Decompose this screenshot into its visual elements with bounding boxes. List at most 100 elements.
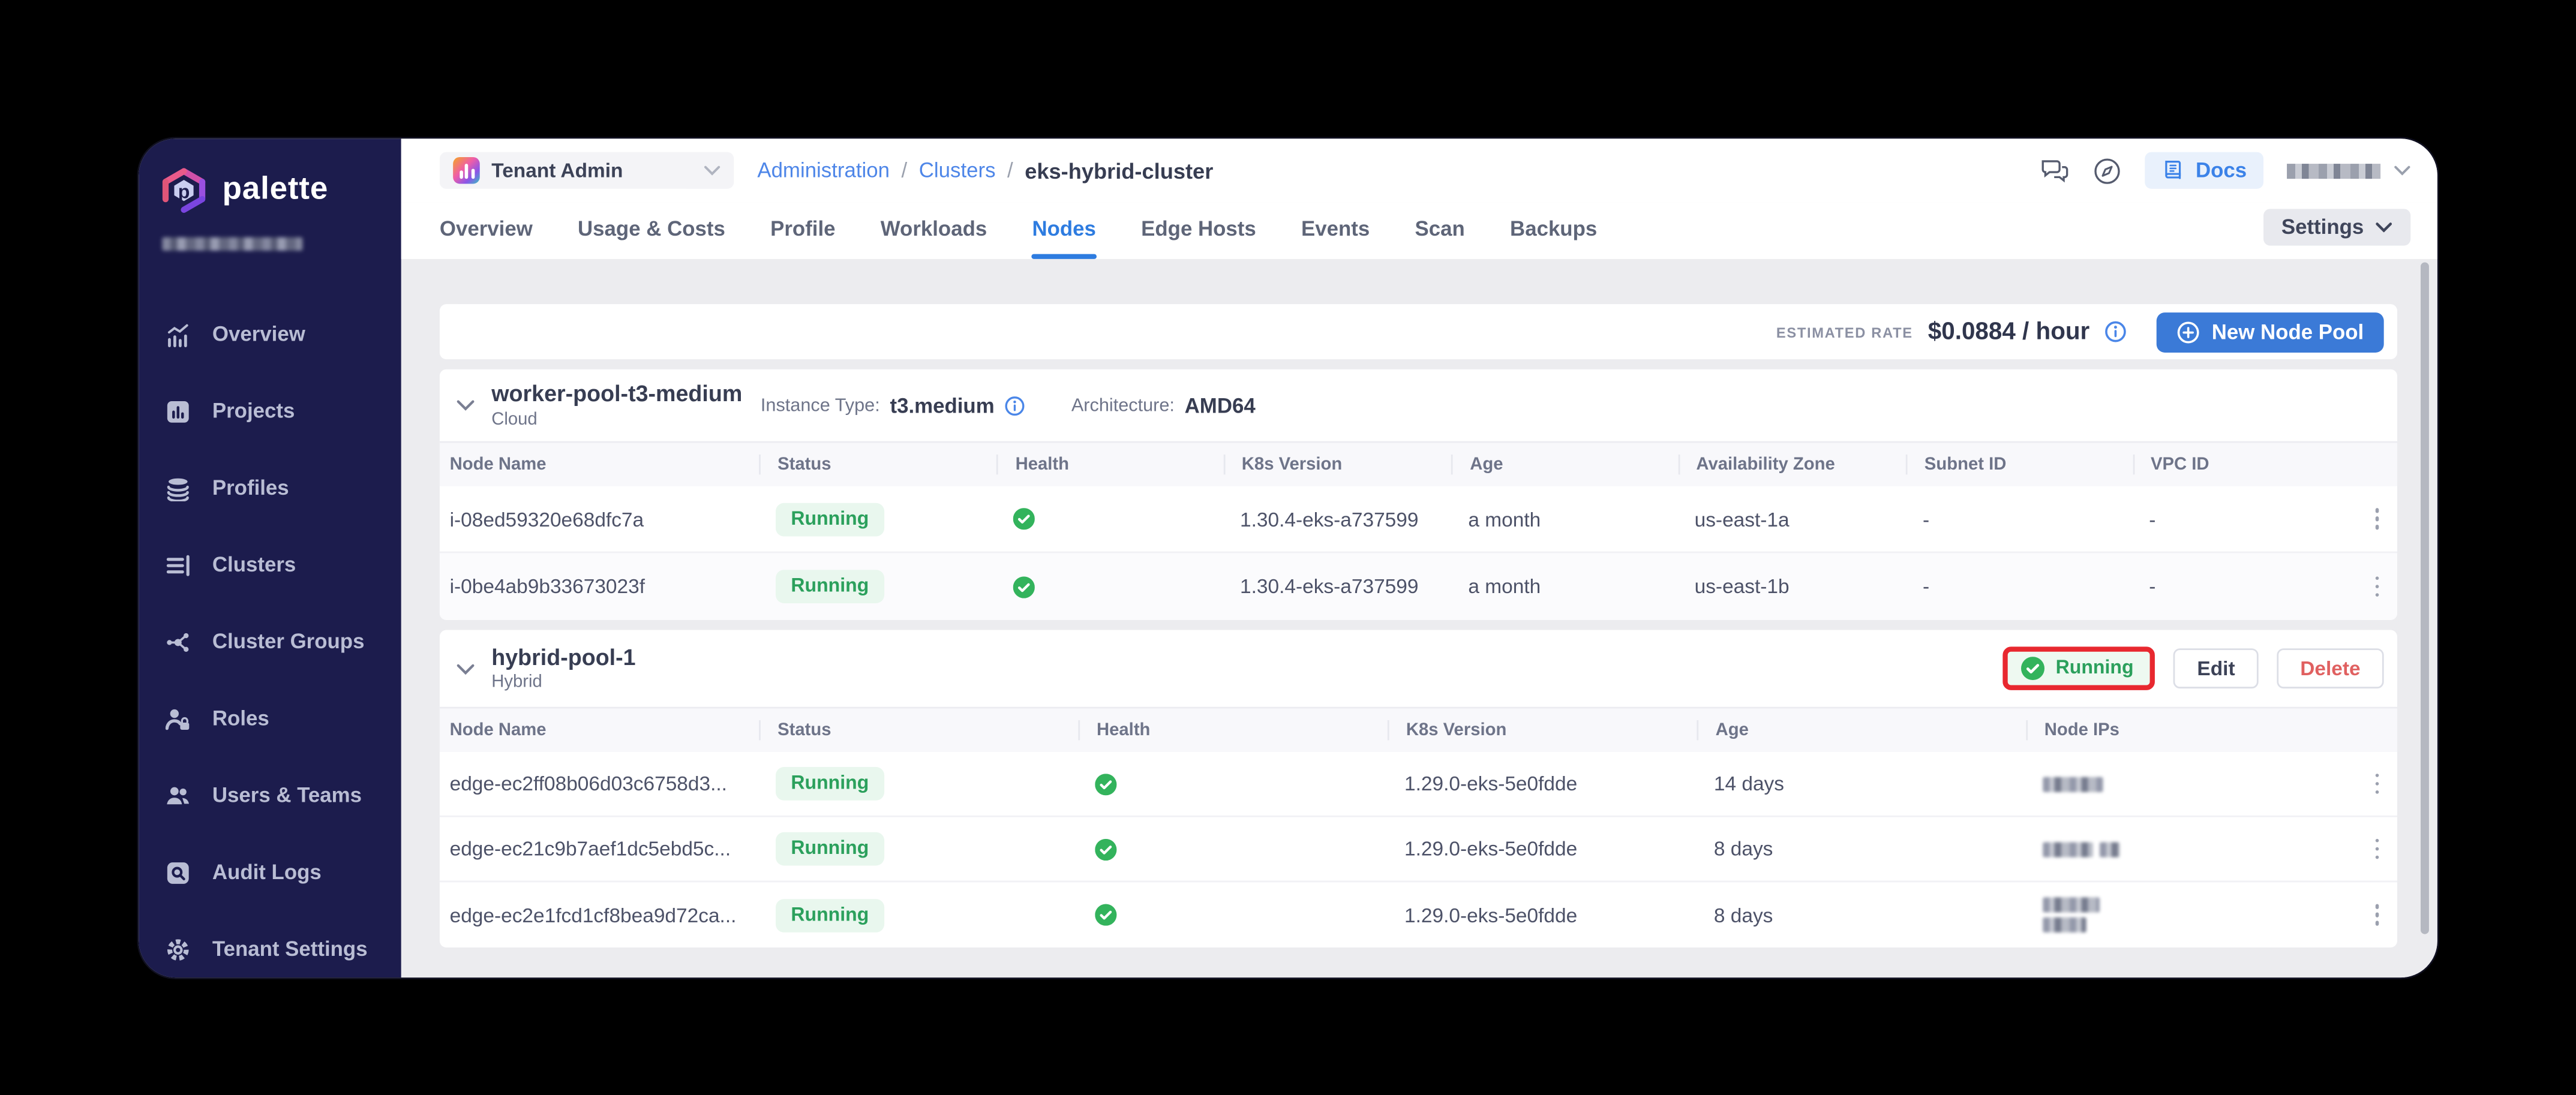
desktop-background: p palette Overview Projects Profiles Clu… <box>0 0 2576 1095</box>
palette-logo-icon: p <box>159 166 209 216</box>
availability-zone: us-east-1a <box>1678 507 1906 531</box>
palette-logo: p palette <box>139 139 401 215</box>
pool-header: hybrid-pool-1 Hybrid Running Edit Delete <box>440 630 2397 709</box>
sidebar-item-clusters[interactable]: Clusters <box>139 527 401 603</box>
health-ok-icon <box>997 576 1223 597</box>
status-badge: Running <box>776 502 884 536</box>
tab-events[interactable]: Events <box>1301 202 1370 259</box>
sidebar-item-roles[interactable]: Roles <box>139 680 401 757</box>
health-ok-icon <box>1078 838 1388 859</box>
tab-overview[interactable]: Overview <box>440 202 533 259</box>
health-ok-icon <box>1078 773 1388 795</box>
settings-label: Settings <box>2281 215 2364 239</box>
collapse-chevron-icon[interactable] <box>457 663 475 675</box>
audit-logs-icon <box>166 860 191 885</box>
tab-usage-costs[interactable]: Usage & Costs <box>578 202 725 259</box>
roles-user-lock-icon <box>166 706 191 731</box>
row-actions-kebab-icon[interactable] <box>2370 766 2384 801</box>
topbar: Tenant Admin Administration / Clusters /… <box>401 139 2437 202</box>
highlighted-running-status: Running <box>2002 646 2155 690</box>
col-health: Health <box>1078 720 1388 740</box>
info-icon[interactable] <box>2104 321 2126 342</box>
sidebar-item-profiles[interactable]: Profiles <box>139 450 401 527</box>
scope-selector[interactable]: Tenant Admin <box>440 152 734 189</box>
settings-button[interactable]: Settings <box>2263 209 2410 245</box>
sidebar-item-projects[interactable]: Projects <box>139 372 401 449</box>
chevron-down-icon <box>2376 222 2392 233</box>
health-ok-icon <box>997 508 1223 530</box>
col-k8s-version: K8s Version <box>1223 455 1451 474</box>
row-actions-kebab-icon[interactable] <box>2370 502 2384 536</box>
check-circle-icon <box>2020 657 2044 680</box>
estimated-rate-value: $0.0884 / hour <box>1928 318 2090 345</box>
breadcrumb-administration[interactable]: Administration <box>757 159 890 182</box>
rate-toolbar: ESTIMATED RATE $0.0884 / hour New Node P… <box>440 304 2397 359</box>
breadcrumb-clusters[interactable]: Clusters <box>919 159 996 182</box>
sidebar-item-label: Cluster Groups <box>212 630 365 654</box>
tab-nodes[interactable]: Nodes <box>1032 202 1095 259</box>
k8s-version: 1.30.4-eks-a737599 <box>1223 507 1451 531</box>
sidebar-item-label: Overview <box>212 323 305 346</box>
compass-icon[interactable] <box>2094 157 2122 185</box>
table-header: Node Name Status Health K8s Version Age … <box>440 709 2397 752</box>
info-icon[interactable] <box>1004 395 1024 415</box>
sidebar-item-label: Tenant Settings <box>212 937 368 961</box>
row-actions-kebab-icon[interactable] <box>2370 898 2384 932</box>
col-node-name: Node Name <box>450 720 759 740</box>
sidebar-item-audit-logs[interactable]: Audit Logs <box>139 834 401 911</box>
redacted-user-name <box>2287 163 2380 178</box>
age: 14 days <box>1697 772 2026 795</box>
users-teams-icon <box>166 783 191 808</box>
breadcrumb-separator: / <box>902 159 908 182</box>
new-node-pool-button[interactable]: New Node Pool <box>2157 312 2384 352</box>
col-health: Health <box>997 455 1223 474</box>
tab-backups[interactable]: Backups <box>1510 202 1597 259</box>
tab-workloads[interactable]: Workloads <box>881 202 987 259</box>
pool-status-badge: Running <box>2056 658 2134 678</box>
sidebar-item-tenant-settings[interactable]: Tenant Settings <box>139 911 401 977</box>
table-row: i-08ed59320e68dfc7a Running 1.30.4-eks-a… <box>440 486 2397 553</box>
col-node-ips: Node IPs <box>2026 720 2296 740</box>
docs-label: Docs <box>2196 159 2247 182</box>
chat-icon[interactable] <box>2040 157 2070 184</box>
plus-circle-icon <box>2176 320 2200 344</box>
redacted-tenant-name <box>162 237 302 251</box>
pool-name: worker-pool-t3-medium <box>491 381 742 410</box>
instance-type-value: t3.medium <box>890 393 994 417</box>
sidebar-item-cluster-groups[interactable]: Cluster Groups <box>139 603 401 680</box>
k8s-version: 1.29.0-eks-5e0fdde <box>1388 837 1697 861</box>
row-actions-kebab-icon[interactable] <box>2370 570 2384 604</box>
user-menu[interactable] <box>2287 163 2410 178</box>
breadcrumb-separator: / <box>1007 159 1013 182</box>
tab-scan[interactable]: Scan <box>1415 202 1465 259</box>
delete-button[interactable]: Delete <box>2277 648 2383 688</box>
new-node-pool-label: New Node Pool <box>2212 320 2364 344</box>
sidebar-item-users-teams[interactable]: Users & Teams <box>139 757 401 834</box>
redacted-node-ips <box>2026 776 2296 791</box>
clusters-list-icon <box>166 552 191 577</box>
redacted-node-ips <box>2026 841 2296 856</box>
collapse-chevron-icon[interactable] <box>457 399 475 411</box>
sidebar-item-label: Clusters <box>212 553 296 576</box>
breadcrumb: Administration / Clusters / eks-hybrid-c… <box>757 158 1213 183</box>
col-age: Age <box>1452 455 1678 474</box>
table-row: edge-ec21c9b7aef1dc5ebd5c... Running 1.2… <box>440 817 2397 883</box>
sidebar-item-overview[interactable]: Overview <box>139 296 401 372</box>
status-badge: Running <box>776 767 884 801</box>
row-actions-kebab-icon[interactable] <box>2370 832 2384 866</box>
vertical-scrollbar[interactable] <box>2421 262 2429 934</box>
pool-type: Cloud <box>491 410 742 429</box>
architecture-label: Architecture: <box>1071 395 1175 415</box>
health-ok-icon <box>1078 904 1388 926</box>
docs-button[interactable]: Docs <box>2145 152 2263 189</box>
sidebar-item-label: Users & Teams <box>212 784 362 807</box>
tab-edge-hosts[interactable]: Edge Hosts <box>1141 202 1256 259</box>
edit-button[interactable]: Edit <box>2173 648 2258 688</box>
table-row: edge-ec2ff08b06d03c6758d3... Running 1.2… <box>440 752 2397 817</box>
col-node-name: Node Name <box>450 455 759 474</box>
gear-icon <box>166 937 191 962</box>
redacted-node-ips <box>2026 897 2296 932</box>
chevron-down-icon <box>704 166 720 176</box>
col-availability-zone: Availability Zone <box>1678 455 1906 474</box>
tab-profile[interactable]: Profile <box>770 202 835 259</box>
